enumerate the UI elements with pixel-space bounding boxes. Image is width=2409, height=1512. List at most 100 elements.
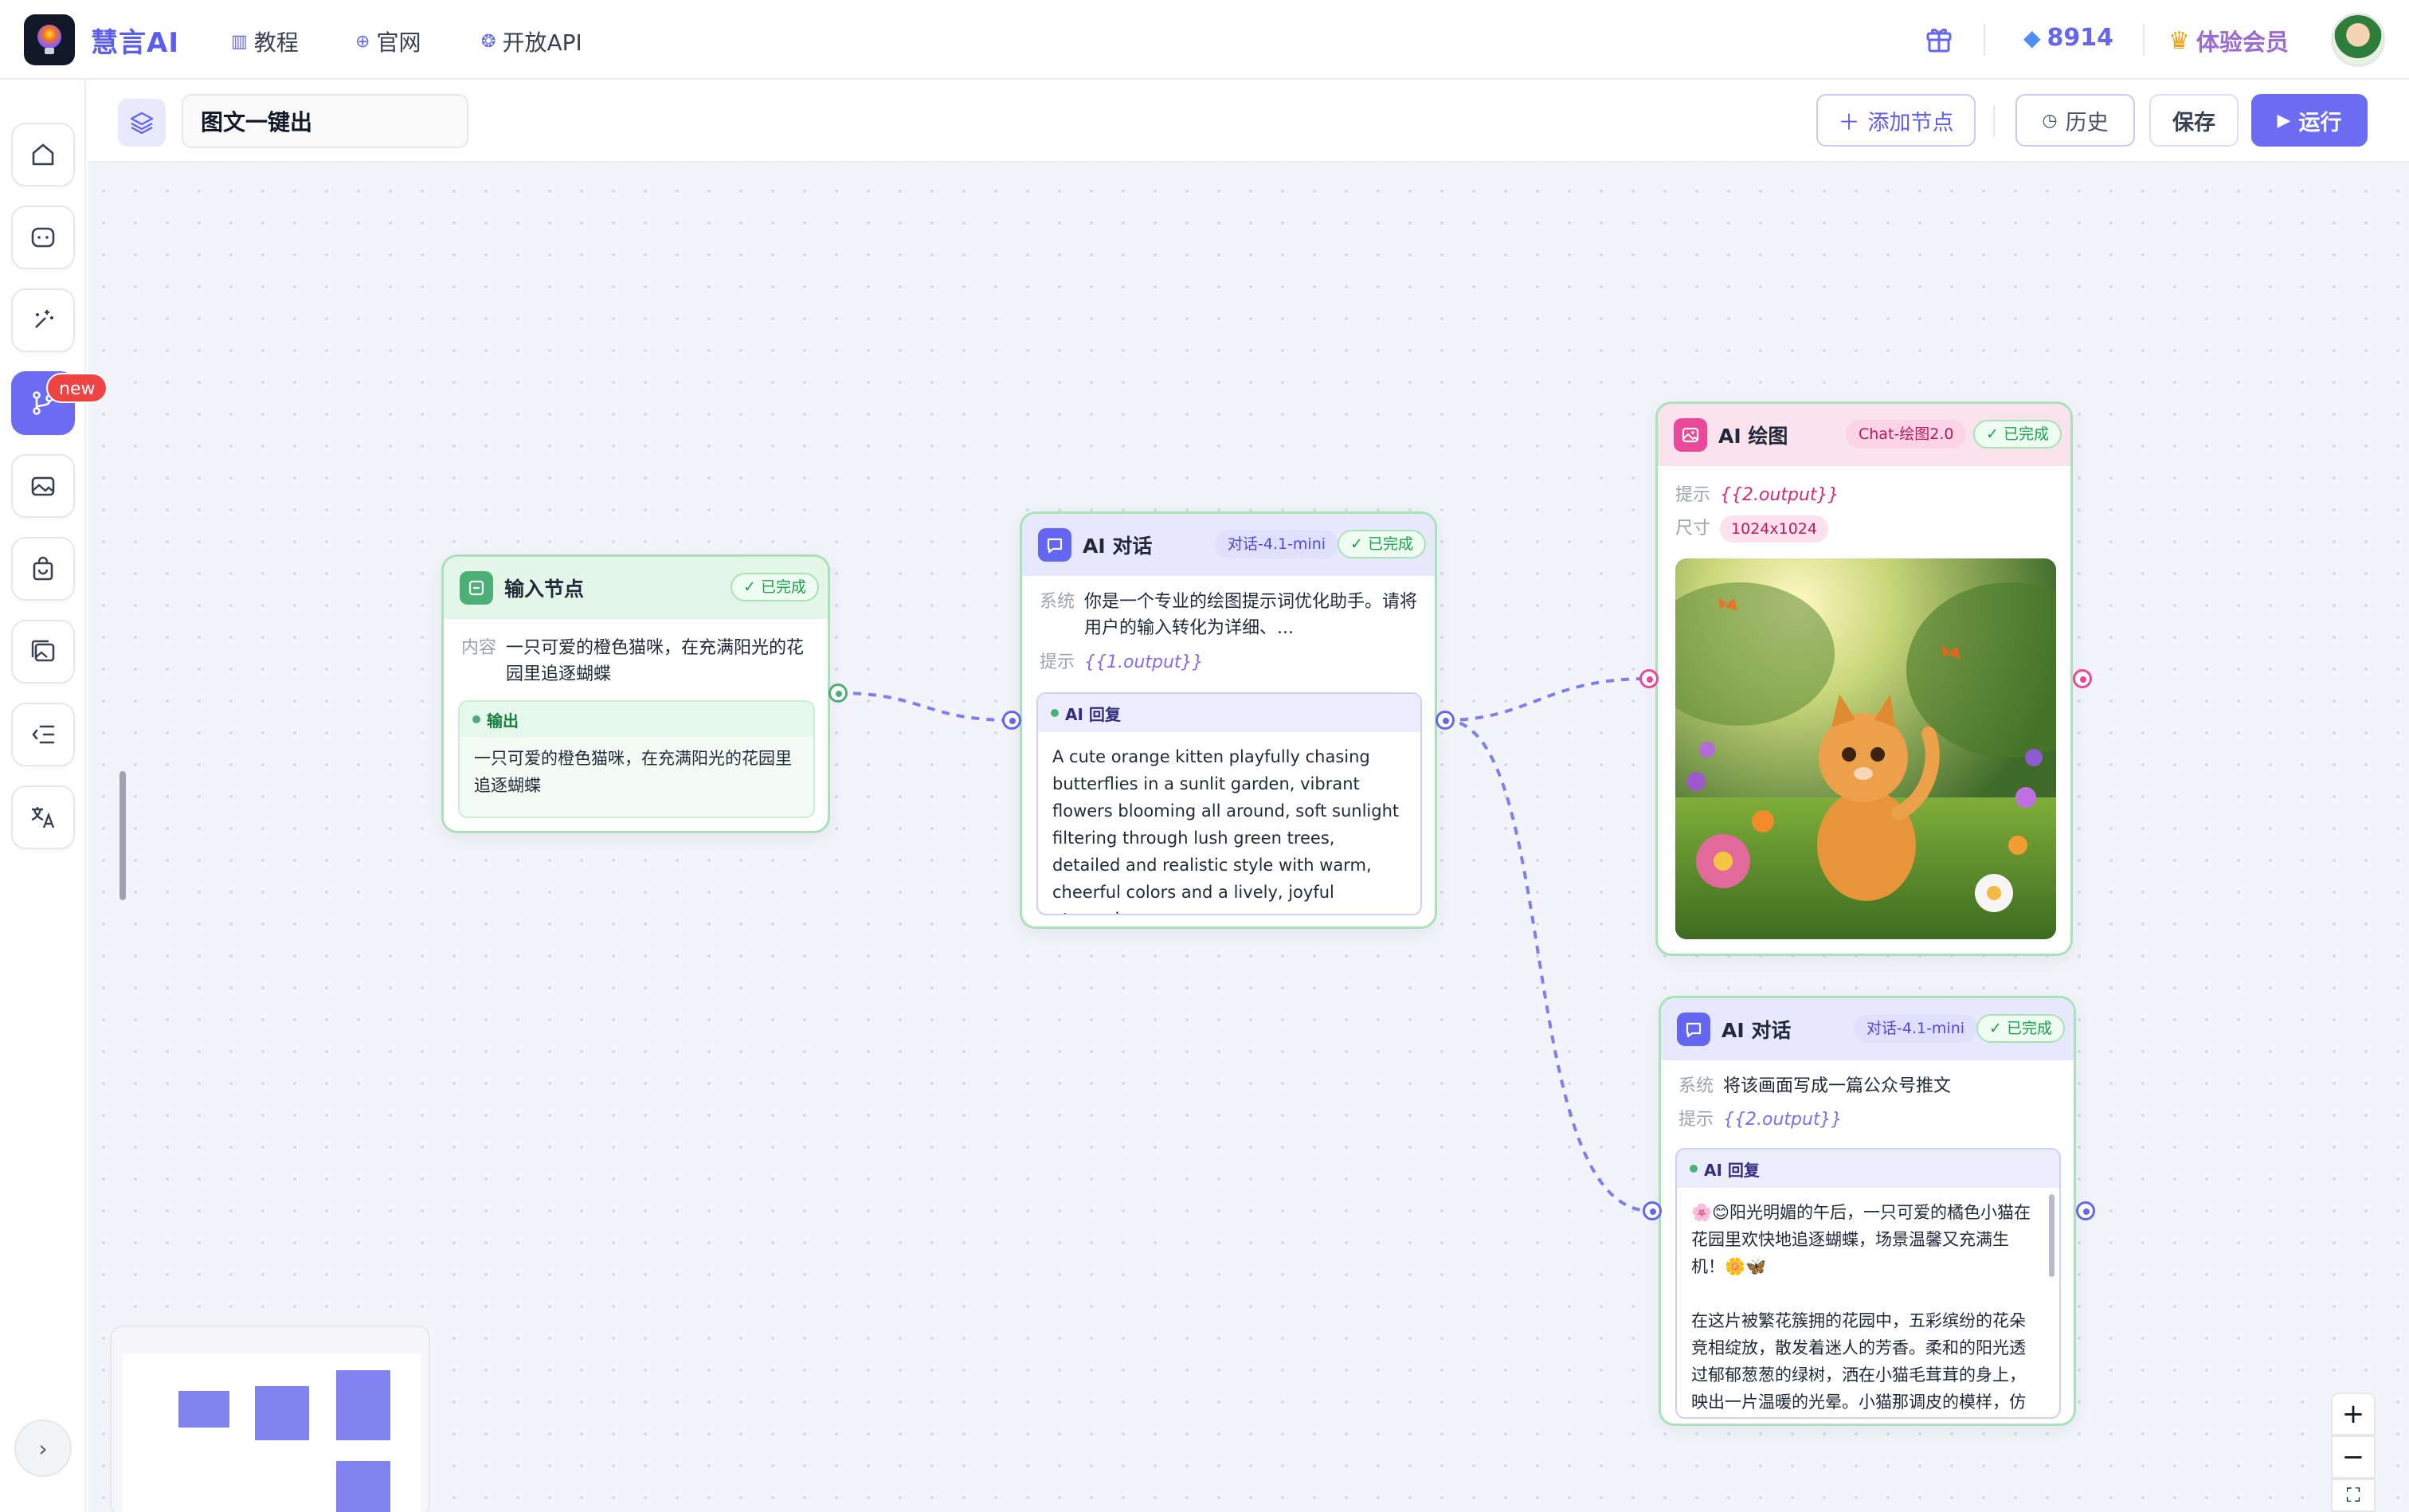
canvas-minimap[interactable] — [110, 1326, 430, 1512]
status-badge: ✓ 已完成 — [1338, 530, 1426, 558]
sidebar-item-shop[interactable] — [11, 537, 75, 601]
image-node-icon — [1674, 418, 1707, 452]
diamond-icon: ◆ — [2023, 25, 2041, 51]
zoom-out-button[interactable]: − — [2331, 1436, 2376, 1479]
play-icon: ▶ — [2277, 110, 2291, 131]
size-pill: 1024x1024 — [1720, 515, 1828, 543]
sidebar-item-translate[interactable] — [11, 785, 75, 849]
fullscreen-icon: ⛶ — [2346, 1484, 2360, 1506]
chat2-output-port[interactable] — [2076, 1201, 2095, 1220]
zoom-in-button[interactable]: + — [2331, 1393, 2376, 1436]
reply-text: A cute orange kitten playfully chasing b… — [1052, 747, 1400, 914]
status-dot — [1690, 1165, 1698, 1173]
sidebar-item-outline[interactable] — [11, 703, 75, 766]
reply-scrollbar[interactable] — [2049, 1194, 2055, 1277]
chat-icon — [31, 227, 55, 248]
minimap-node — [336, 1461, 390, 1512]
add-node-button[interactable]: ＋ 添加节点 — [1816, 94, 1976, 147]
home-icon — [32, 143, 54, 166]
chat1-input-port[interactable] — [1002, 711, 1021, 730]
sidebar-item-chat[interactable] — [11, 206, 75, 269]
left-sidebar: › — [0, 80, 86, 1512]
shopping-bag-icon — [33, 556, 53, 581]
output-header: 输出 — [460, 702, 813, 737]
points-balance[interactable]: ◆ 8914 — [2023, 24, 2113, 52]
gift-icon[interactable] — [1923, 22, 1955, 54]
nav-divider — [1984, 24, 1985, 56]
ai-reply-box: AI 回复 🌸😊阳光明媚的午后，一只可爱的橘色小猫在花园里欢快地追逐蝴蝶，场景温… — [1675, 1148, 2061, 1419]
translate-icon — [31, 807, 55, 828]
nav-link-tutorial[interactable]: ▥ 教程 — [231, 25, 299, 57]
input-node-output-port[interactable] — [828, 684, 848, 703]
system-field: 系统 你是一个专业的绘图提示词优化助手。请将用户的输入转化为详细、... — [1040, 592, 1418, 638]
sidebar-item-image-gallery[interactable] — [11, 454, 75, 518]
sidebar-item-magic[interactable] — [11, 288, 75, 352]
prompt-field: 提示 {{1.output}} — [1040, 652, 1204, 672]
new-badge: new — [46, 373, 108, 403]
history-button[interactable]: ◷ 历史 — [2015, 94, 2135, 147]
canvas-scroll-handle[interactable] — [119, 771, 126, 900]
chat1-output-port[interactable] — [1436, 711, 1455, 730]
ai-reply-box: AI 回复 A cute orange kitten playfully cha… — [1036, 692, 1422, 915]
app-logo[interactable] — [24, 14, 75, 65]
minus-icon: − — [2341, 1441, 2365, 1473]
system-field: 系统 将该画面写成一篇公众号推文 — [1678, 1076, 1952, 1096]
status-dot — [472, 715, 480, 723]
ai-draw-node[interactable]: AI 绘图 Chat-绘图2.0 ✓ 已完成 提示 {{2.output}} 尺… — [1655, 402, 2073, 956]
workflow-title-input[interactable] — [182, 94, 468, 148]
ai-chat-node-2[interactable]: AI 对话 对话-4.1-mini ✓ 已完成 系统 将该画面写成一篇公众号推文… — [1659, 996, 2076, 1426]
status-badge: ✓ 已完成 — [1973, 420, 2062, 449]
run-button[interactable]: ▶ 运行 — [2251, 94, 2368, 147]
brand-name[interactable]: 慧言AI — [91, 21, 179, 60]
status-badge: ✓ 已完成 — [731, 573, 819, 601]
input-node[interactable]: 输入节点 ✓ 已完成 内容 一只可爱的橙色猫咪，在充满阳光的花园里追逐蝴蝶 输出… — [441, 554, 830, 833]
plus-icon: + — [2341, 1398, 2365, 1430]
layers-button[interactable] — [118, 99, 166, 147]
chevron-right-icon: › — [38, 1435, 48, 1462]
sidebar-item-home[interactable] — [11, 123, 75, 186]
crown-icon: ♛ — [2168, 26, 2190, 55]
workflow-app: 慧言AI ▥ 教程 ⊕ 官网 ❂ 开放API ◆ 8914 ♛ 体验会员 › n… — [0, 0, 2409, 1512]
node-header[interactable]: AI 对话 对话-4.1-mini ✓ 已完成 — [1661, 998, 2074, 1060]
nav-link-open-api[interactable]: ❂ 开放API — [481, 25, 582, 57]
reply-header: AI 回复 — [1038, 694, 1420, 732]
node-header[interactable]: AI 绘图 Chat-绘图2.0 ✓ 已完成 — [1658, 404, 2070, 466]
size-field: 尺寸 1024x1024 — [1675, 515, 1828, 543]
node-header[interactable]: 输入节点 ✓ 已完成 — [444, 557, 828, 619]
draw-input-port[interactable] — [1639, 669, 1659, 688]
plus-icon: ＋ — [1838, 110, 1860, 135]
clock-icon: ◷ — [2042, 110, 2058, 131]
chat-node-icon — [1038, 528, 1071, 562]
reply-text[interactable]: 🌸😊阳光明媚的午后，一只可爱的橘色小猫在花园里欢快地追逐蝴蝶，场景温馨又充满生机… — [1677, 1188, 2059, 1417]
chat-node-icon — [1677, 1013, 1710, 1046]
reply-header: AI 回复 — [1677, 1150, 2059, 1188]
book-icon: ▥ — [231, 31, 248, 52]
minimap-node — [178, 1391, 229, 1428]
status-badge: ✓ 已完成 — [1976, 1014, 2065, 1043]
minimap-viewport — [123, 1354, 421, 1512]
draw-output-port[interactable] — [2073, 669, 2092, 688]
outline-list-icon — [32, 725, 55, 744]
save-button[interactable]: 保存 — [2149, 94, 2239, 147]
photos-icon — [31, 640, 55, 662]
fit-view-button[interactable]: ⛶ — [2331, 1479, 2376, 1512]
generated-image[interactable] — [1675, 558, 2056, 939]
magic-wand-icon — [35, 310, 53, 328]
sidebar-collapse-button[interactable]: › — [14, 1420, 72, 1477]
model-badge: 对话-4.1-mini — [1854, 1014, 1978, 1043]
prompt-field: 提示 {{2.output}} — [1675, 485, 1839, 505]
image-gallery-icon — [31, 476, 55, 496]
top-navigation: 慧言AI ▥ 教程 ⊕ 官网 ❂ 开放API ◆ 8914 ♛ 体验会员 — [0, 0, 2409, 80]
user-avatar[interactable] — [2331, 13, 2385, 67]
nav-link-website[interactable]: ⊕ 官网 — [355, 25, 421, 57]
chat2-input-port[interactable] — [1643, 1201, 1662, 1220]
vip-membership[interactable]: ♛ 体验会员 — [2168, 24, 2289, 57]
ai-chat-node-1[interactable]: AI 对话 对话-4.1-mini ✓ 已完成 系统 你是一个专业的绘图提示词优… — [1020, 511, 1437, 929]
prompt-field: 提示 {{2.output}} — [1678, 1110, 1843, 1130]
minimap-node — [336, 1370, 390, 1440]
api-icon: ❂ — [481, 31, 496, 52]
sidebar-item-photos[interactable] — [11, 620, 75, 684]
output-text: 一只可爱的橙色猫咪，在充满阳光的花园里追逐蝴蝶 — [474, 749, 792, 795]
globe-icon: ⊕ — [355, 31, 370, 52]
node-header[interactable]: AI 对话 对话-4.1-mini ✓ 已完成 — [1022, 514, 1435, 576]
